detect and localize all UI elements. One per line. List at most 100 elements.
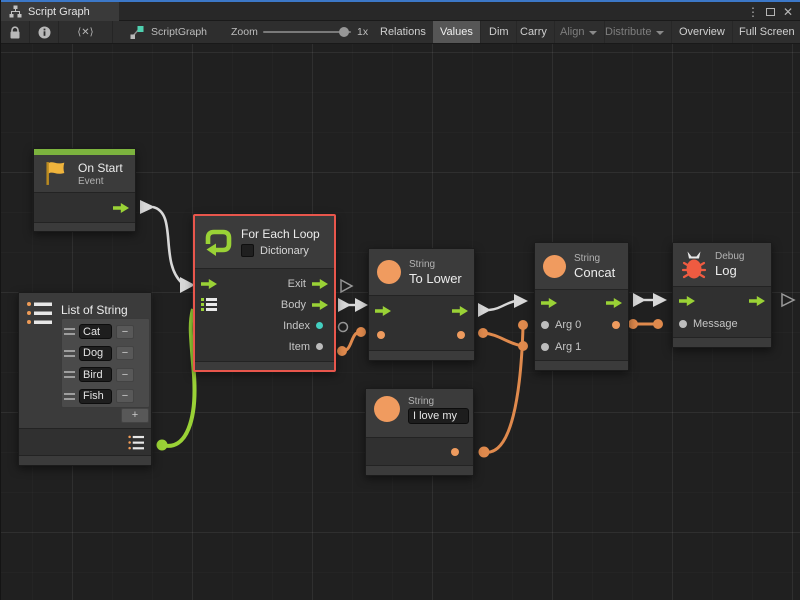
node-category: String	[408, 396, 469, 407]
list-item-field[interactable]	[79, 367, 112, 382]
list-item-row: −	[64, 386, 147, 408]
arg1-port-label: Arg 1	[555, 341, 581, 353]
overview-button[interactable]: Overview	[672, 21, 733, 43]
collection-in-port[interactable]	[201, 298, 217, 311]
bug-icon	[681, 250, 707, 280]
body-flow-out-port[interactable]	[312, 300, 328, 310]
node-concat[interactable]: String Concat Arg 0 Arg 1	[534, 242, 629, 371]
arg1-in-port[interactable]	[541, 343, 549, 351]
node-title: On Start	[78, 161, 123, 175]
window-focus-border	[1, 0, 800, 2]
zoom-value: 1x	[357, 21, 368, 43]
drag-handle-icon[interactable]	[64, 350, 75, 357]
list-item-field[interactable]	[79, 346, 112, 361]
node-debug-log[interactable]: Debug Log Message	[672, 242, 772, 348]
code-view-button[interactable]: ⟨✕⟩	[59, 21, 113, 43]
exit-port-label: Exit	[288, 278, 306, 290]
dim-button[interactable]: Dim	[482, 21, 517, 43]
string-out-port[interactable]	[451, 448, 459, 456]
flow-out-port[interactable]	[113, 203, 129, 213]
carry-button[interactable]: Carry	[513, 21, 555, 43]
zoom-slider-handle[interactable]	[339, 27, 349, 37]
lock-button[interactable]	[1, 21, 30, 43]
graph-tab-icon	[9, 5, 22, 18]
flow-in-port[interactable]	[679, 296, 695, 306]
string-value-field[interactable]	[408, 408, 469, 424]
for-each-loop-icon	[203, 227, 233, 257]
string-out-port[interactable]	[457, 331, 465, 339]
string-type-icon	[374, 396, 400, 422]
distribute-button[interactable]: Distribute	[598, 21, 672, 43]
relations-button[interactable]: Relations	[373, 21, 434, 43]
flow-out-port[interactable]	[749, 296, 765, 306]
list-icon	[27, 301, 53, 325]
tab-strip: Script Graph ⋮ ✕	[1, 2, 800, 21]
tab-script-graph[interactable]: Script Graph	[1, 2, 119, 21]
flow-out-port[interactable]	[452, 306, 468, 316]
maximize-icon[interactable]	[762, 4, 778, 20]
dictionary-label: Dictionary	[260, 245, 309, 257]
arg0-in-port[interactable]	[541, 321, 549, 329]
drag-handle-icon[interactable]	[64, 393, 75, 400]
zoom-slider[interactable]	[263, 31, 351, 33]
item-out-port[interactable]	[316, 343, 323, 350]
fullscreen-button[interactable]: Full Screen	[732, 21, 800, 43]
flow-out-port[interactable]	[606, 298, 622, 308]
script-graph-icon	[129, 25, 144, 45]
arg0-port-label: Arg 0	[555, 319, 581, 331]
item-port-label: Item	[289, 341, 310, 353]
node-to-lower[interactable]: String To Lower	[368, 248, 475, 361]
remove-item-button[interactable]: −	[116, 346, 134, 360]
message-in-port[interactable]	[679, 320, 687, 328]
node-on-start[interactable]: On Start Event	[33, 148, 136, 232]
remove-item-button[interactable]: −	[116, 325, 134, 339]
string-in-port[interactable]	[377, 331, 385, 339]
string-type-icon	[543, 255, 566, 278]
node-subtitle: Event	[78, 176, 123, 187]
graph-toolbar: ⟨✕⟩ ScriptGraph Zoom 1x Relations Values…	[1, 21, 800, 44]
zoom-label: Zoom	[231, 21, 258, 43]
message-port-label: Message	[693, 318, 738, 330]
list-editor: − − − −	[61, 318, 150, 408]
values-button[interactable]: Values	[433, 21, 481, 43]
info-icon	[38, 26, 51, 39]
list-out-port[interactable]	[128, 435, 145, 450]
node-for-each-loop[interactable]: For Each Loop Dictionary Exit B	[193, 214, 336, 372]
list-item-field[interactable]	[79, 389, 112, 404]
flow-in-port[interactable]	[541, 298, 557, 308]
node-title: Log	[715, 263, 744, 278]
node-list-of-string[interactable]: List of String − − −	[18, 292, 152, 466]
node-title: To Lower	[409, 271, 462, 286]
remove-item-button[interactable]: −	[116, 389, 134, 403]
list-item-row: −	[64, 364, 147, 386]
string-out-port[interactable]	[612, 321, 620, 329]
window-menu-icon[interactable]: ⋮	[745, 4, 761, 20]
flow-in-port[interactable]	[201, 279, 217, 289]
dictionary-checkbox[interactable]	[241, 244, 254, 257]
lock-icon	[9, 26, 21, 39]
info-button[interactable]	[30, 21, 59, 43]
node-category: Debug	[715, 251, 744, 262]
flag-icon	[42, 160, 70, 187]
node-category: String	[574, 253, 615, 264]
script-graph-window: Script Graph ⋮ ✕ ⟨✕⟩	[0, 0, 800, 600]
list-item-row: −	[64, 343, 147, 365]
graph-name-label: ScriptGraph	[151, 21, 207, 43]
index-out-port[interactable]	[316, 322, 323, 329]
list-item-row: −	[64, 321, 147, 343]
index-port-label: Index	[283, 320, 310, 332]
body-port-label: Body	[281, 299, 306, 311]
flow-in-port[interactable]	[375, 306, 391, 316]
close-icon[interactable]: ✕	[780, 4, 796, 20]
node-string-literal[interactable]: String	[365, 388, 474, 476]
dropdown-arrow-icon	[589, 31, 597, 35]
tab-title: Script Graph	[28, 6, 90, 18]
add-item-button[interactable]: +	[121, 408, 149, 423]
remove-item-button[interactable]: −	[116, 368, 134, 382]
string-type-icon	[377, 260, 401, 284]
node-title: For Each Loop	[241, 227, 320, 241]
exit-flow-out-port[interactable]	[312, 279, 328, 289]
drag-handle-icon[interactable]	[64, 371, 75, 378]
drag-handle-icon[interactable]	[64, 328, 75, 335]
list-item-field[interactable]	[79, 324, 112, 339]
